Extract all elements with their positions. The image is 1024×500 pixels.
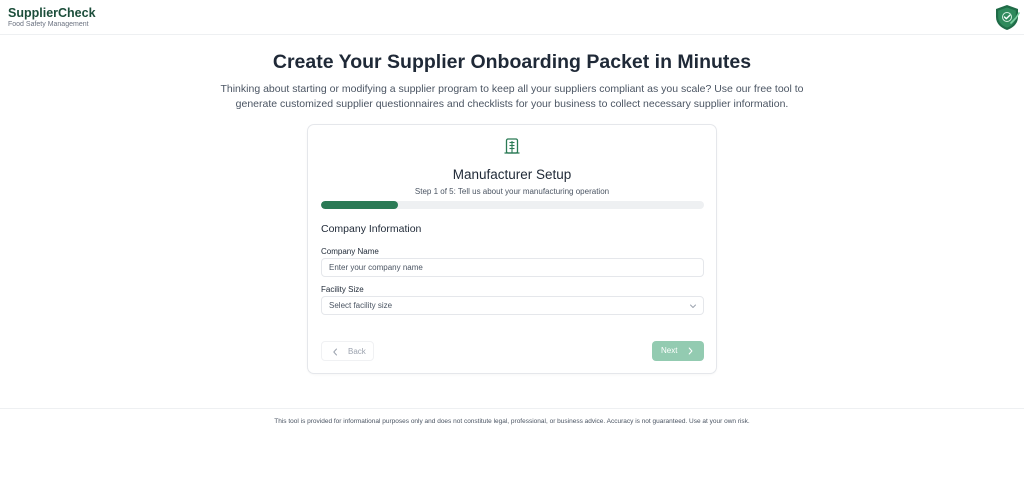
step-indicator: Step 1 of 5: Tell us about your manufact… <box>414 187 610 196</box>
facility-size-placeholder: Select facility size <box>329 301 393 310</box>
page-footer: This tool is provided for informational … <box>0 408 1024 500</box>
company-name-input[interactable] <box>321 258 704 277</box>
section-title: Company Information <box>321 223 422 235</box>
page-title: Create Your Supplier Onboarding Packet i… <box>272 51 752 73</box>
progress-bar-fill <box>321 201 398 209</box>
chevron-down-icon <box>690 304 696 308</box>
brand-name[interactable]: SupplierCheck <box>8 6 96 20</box>
next-button[interactable]: Next <box>652 341 704 361</box>
back-button[interactable]: Back <box>321 341 374 361</box>
back-button-label: Back <box>348 347 366 356</box>
next-button-label: Next <box>661 346 678 355</box>
disclaimer-text: This tool is provided for informational … <box>274 418 750 425</box>
chevron-left-icon <box>333 348 337 356</box>
brand-tagline: Food Safety Management <box>8 21 89 28</box>
wizard-title: Manufacturer Setup <box>452 167 572 182</box>
chevron-right-icon <box>688 347 693 355</box>
shield-check-icon[interactable] <box>993 4 1021 31</box>
company-name-label: Company Name <box>321 247 379 256</box>
building-icon <box>504 138 520 154</box>
top-header: SupplierCheck Food Safety Management <box>0 0 1024 35</box>
wizard-card: Manufacturer Setup Step 1 of 5: Tell us … <box>307 124 717 374</box>
progress-bar <box>321 201 704 209</box>
brand[interactable]: SupplierCheck Food Safety Management <box>8 6 96 30</box>
page-description: Thinking about starting or modifying a s… <box>220 83 804 110</box>
facility-size-label: Facility Size <box>321 285 364 294</box>
facility-size-select[interactable]: Select facility size <box>321 296 704 315</box>
